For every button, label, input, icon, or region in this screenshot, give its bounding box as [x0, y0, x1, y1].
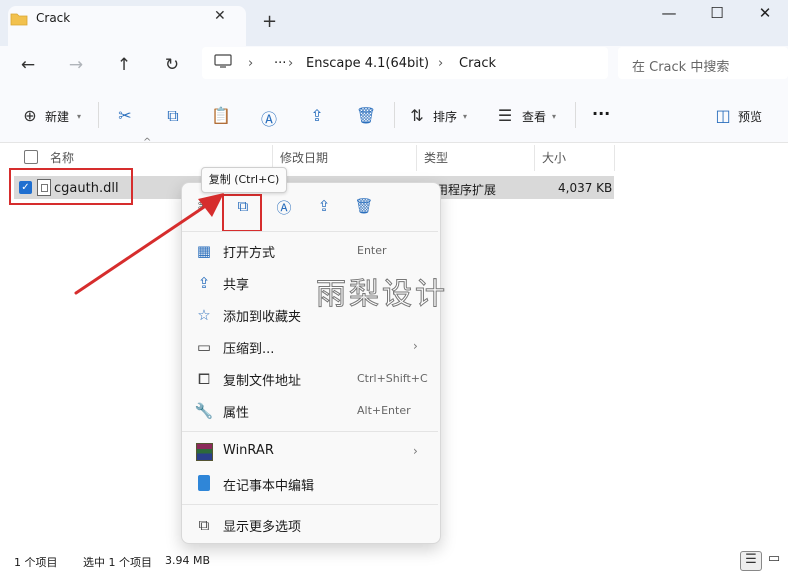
rename-icon[interactable]: Ⓐ — [258, 106, 280, 130]
tiles-view-icon[interactable]: ▭ — [764, 551, 784, 569]
copy-path-icon: ⧠ — [197, 370, 210, 388]
compress-icon: ▭ — [196, 338, 212, 356]
forward-button[interactable]: → — [64, 55, 88, 75]
folder-icon — [10, 13, 28, 26]
wrench-icon: 🔧 — [194, 402, 214, 420]
status-selected-size: 3.94 MB — [165, 554, 211, 567]
copy-icon[interactable]: ⧉ — [162, 106, 184, 126]
menu-share-icon[interactable]: ⇪ — [313, 197, 335, 215]
computer-icon — [214, 54, 232, 68]
menu-item-show-more[interactable]: 显示更多选项 — [223, 516, 301, 535]
status-item-count: 1 个项目 — [14, 556, 58, 569]
menu-item-notepad[interactable]: 在记事本中编辑 — [223, 475, 314, 494]
breadcrumb-more[interactable]: ··· — [274, 56, 286, 71]
paste-icon[interactable]: 📋 — [210, 106, 232, 125]
menu-item-copy-path[interactable]: 复制文件地址 — [223, 370, 301, 389]
menu-shortcut: Enter — [357, 244, 387, 257]
more-options-button[interactable]: ··· — [592, 104, 610, 123]
menu-item-open-with[interactable]: 打开方式 — [223, 242, 275, 261]
toolbar-divider — [394, 102, 395, 128]
search-input[interactable]: 在 Crack 中搜索 — [632, 56, 729, 75]
menu-divider — [182, 504, 438, 505]
chevron-down-icon: ▾ — [77, 112, 82, 121]
file-size: 4,037 KB — [558, 181, 613, 195]
back-button[interactable]: ← — [16, 55, 40, 75]
menu-item-compress[interactable]: 压缩到... — [223, 338, 274, 357]
preview-button[interactable]: 预览 — [738, 108, 762, 125]
minimize-button[interactable]: — — [654, 4, 684, 22]
menu-rename-icon[interactable]: Ⓐ — [273, 197, 295, 218]
column-date[interactable]: 修改日期 — [280, 149, 328, 166]
preview-pane-icon: ◫ — [715, 106, 731, 125]
new-tab-button[interactable]: + — [262, 11, 277, 32]
close-window-button[interactable]: ✕ — [750, 4, 780, 22]
star-icon: ☆ — [197, 306, 211, 324]
menu-item-properties[interactable]: 属性 — [223, 402, 249, 421]
sort-icon: ⇅ — [410, 106, 424, 125]
column-divider[interactable] — [416, 145, 417, 171]
breadcrumb-crack[interactable]: Crack — [459, 56, 496, 71]
cut-icon[interactable]: ✂ — [114, 106, 136, 125]
chevron-right-icon: › — [413, 444, 418, 458]
column-divider[interactable] — [614, 145, 615, 171]
column-size[interactable]: 大小 — [542, 149, 566, 166]
toolbar-divider — [575, 102, 576, 128]
winrar-icon — [196, 443, 213, 461]
column-type[interactable]: 类型 — [424, 149, 448, 166]
menu-divider — [182, 431, 438, 432]
tab-close-icon[interactable]: ✕ — [214, 8, 226, 24]
chevron-down-icon: ▾ — [552, 112, 557, 121]
view-icon: ☰ — [497, 106, 513, 125]
breadcrumb-chevron-icon: › — [288, 56, 294, 71]
more-options-icon: ⧉ — [198, 516, 210, 534]
sort-button[interactable]: 排序 — [433, 108, 457, 125]
refresh-button[interactable]: ↻ — [160, 55, 184, 75]
menu-item-winrar[interactable]: WinRAR — [223, 443, 274, 458]
breadcrumb-chevron-icon: › — [438, 56, 444, 71]
menu-shortcut: Ctrl+Shift+C — [357, 372, 428, 385]
up-button[interactable]: ↑ — [112, 55, 136, 75]
details-view-icon[interactable]: ☰ — [740, 551, 762, 571]
view-button[interactable]: 查看 — [522, 108, 546, 125]
tab-title: Crack — [36, 11, 71, 25]
status-selected: 选中 1 个项目 — [83, 556, 152, 569]
column-divider[interactable] — [534, 145, 535, 171]
toolbar-divider — [98, 102, 99, 128]
chevron-right-icon: › — [413, 339, 418, 353]
breadcrumb-enscape[interactable]: Enscape 4.1(64bit) — [306, 56, 429, 71]
red-arrow-icon — [74, 193, 224, 295]
new-plus-icon: ⊕ — [23, 106, 37, 125]
breadcrumb-chevron-icon: › — [248, 56, 254, 71]
menu-delete-icon[interactable]: 🗑 — [353, 197, 375, 215]
share-icon[interactable]: ⇪ — [306, 106, 328, 125]
menu-item-add-favorites[interactable]: 添加到收藏夹 — [223, 306, 301, 325]
menu-shortcut: Alt+Enter — [357, 404, 411, 417]
watermark: 雨梨设计 — [316, 277, 448, 313]
column-name[interactable]: 名称 — [50, 149, 74, 166]
select-all-checkbox[interactable] — [24, 150, 38, 164]
chevron-down-icon: ▾ — [463, 112, 468, 121]
sort-up-icon: ^ — [143, 137, 152, 148]
maximize-button[interactable]: ☐ — [702, 4, 732, 22]
delete-icon[interactable]: 🗑 — [355, 106, 377, 125]
notepad-icon — [198, 475, 210, 491]
new-button[interactable]: 新建 — [45, 108, 69, 125]
